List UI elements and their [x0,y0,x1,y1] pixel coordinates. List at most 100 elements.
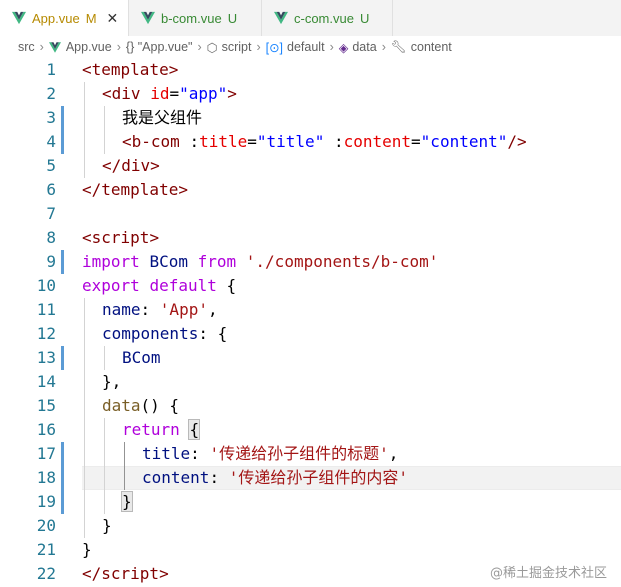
untracked-badge: U [359,10,370,26]
code-line: </template> [82,178,188,202]
symbol-method-icon: ◈ [338,40,349,55]
close-icon[interactable]: ✕ [107,10,119,27]
breadcrumb-data[interactable]: data [352,40,376,54]
symbol-variable-icon: [⊙] [265,40,284,55]
code-token: components [102,324,199,343]
code-token: < [122,132,132,151]
line-number: 13 [36,348,56,367]
code-token: export [82,276,140,295]
code-line: <div id="app"> [102,82,237,106]
code-token: > [168,60,179,79]
code-token: > [178,180,188,199]
breadcrumb: src › App.vue › {} "App.vue" › ⬡ script … [0,36,621,58]
line-number: 5 [46,156,56,175]
line-number: 17 [36,444,56,463]
code-token: : [324,132,344,151]
breadcrumb-src[interactable]: src [18,40,35,54]
untracked-badge: U [227,10,238,26]
modified-badge: M [85,10,97,26]
code-token: } [102,516,112,535]
code-line: data() { [102,394,179,418]
vue-logo-icon [141,11,155,25]
code-token: /> [507,132,527,151]
code-line: content: '传递给孙子组件的内容' [142,466,408,490]
breadcrumb-file[interactable]: App.vue [66,40,112,54]
vue-logo-icon [48,41,61,53]
tab-label: App.vue [32,10,80,26]
chevron-right-icon: › [381,40,386,54]
line-number: 20 [36,516,56,535]
line-number: 7 [46,204,56,223]
editor-tab-bar: App.vue M ✕ b-com.vue U c-com.vue U [0,0,621,36]
code-token: }, [102,372,122,391]
code-token: 'App' [159,300,208,319]
code-line: title: '传递给孙子组件的标题', [142,442,398,466]
code-token: id [150,84,170,103]
line-number: 2 [46,84,56,103]
code-token: './components/b-com' [245,252,439,271]
matching-bracket: } [121,491,133,512]
line-number: 22 [36,564,56,583]
code-token: template [91,60,169,79]
code-token: b-com [131,132,180,151]
chevron-right-icon: › [39,40,44,54]
code-token: > [150,156,160,175]
breadcrumb-default[interactable]: default [287,40,325,54]
tab-label: b-com.vue [161,10,222,26]
wrench-icon: 🔧︎ [390,39,407,54]
line-number: 11 [36,300,56,319]
code-line: </script> [82,562,169,586]
breadcrumb-content[interactable]: content [411,40,452,54]
line-number: 9 [46,252,56,271]
code-line: import BCom from './components/b-com' [82,250,438,274]
chevron-right-icon: › [116,40,121,54]
line-number: 1 [46,60,56,79]
code-token: script [91,228,150,247]
vue-logo-icon [274,11,288,25]
matching-bracket: { [188,419,201,440]
code-token: () { [140,396,180,415]
code-token: content [343,132,412,151]
code-token: } [82,540,92,559]
line-number: 4 [46,132,56,151]
code-token: "content" [420,132,508,151]
code-line: 我是父组件 [122,106,202,130]
code-token: "app" [179,84,228,103]
tab-label: c-com.vue [294,10,354,26]
code-token: div [111,84,141,103]
code-token: { [216,276,237,295]
line-number: 19 [36,492,56,511]
code-line: } [82,538,92,562]
code-token: script [101,564,160,583]
code-token: : { [198,324,228,343]
code-editor[interactable]: 1 2 3 4 5 6 7 8 9 10 11 12 13 14 15 16 1… [0,58,621,587]
code-token: : [190,444,210,463]
code-token: > [227,84,237,103]
line-number: 14 [36,372,56,391]
line-number: 16 [36,420,56,439]
tab-app-vue[interactable]: App.vue M ✕ [0,0,128,36]
code-line: } [121,490,133,514]
code-token: BCom [122,348,161,367]
code-token: < [82,60,92,79]
line-number: 12 [36,324,56,343]
code-token: content [142,468,210,487]
code-token: < [102,84,112,103]
chevron-right-icon: › [256,40,261,54]
code-line: <script> [82,226,159,250]
code-token: </ [82,180,102,199]
line-number: 21 [36,540,56,559]
line-number: 15 [36,396,56,415]
chevron-right-icon: › [197,40,202,54]
code-line: export default { [82,274,236,298]
tab-b-com-vue[interactable]: b-com.vue U [128,0,260,36]
breadcrumb-script[interactable]: script [222,40,252,54]
breadcrumb-object[interactable]: {} "App.vue" [126,40,193,54]
watermark: @稀土掘金技术社区 [489,566,607,581]
tab-c-com-vue[interactable]: c-com.vue U [261,0,393,36]
code-token: '传递给孙子组件的内容' [228,468,408,487]
code-token: : [209,468,229,487]
code-line: <b-com :title="title" :content="content"… [122,130,527,154]
